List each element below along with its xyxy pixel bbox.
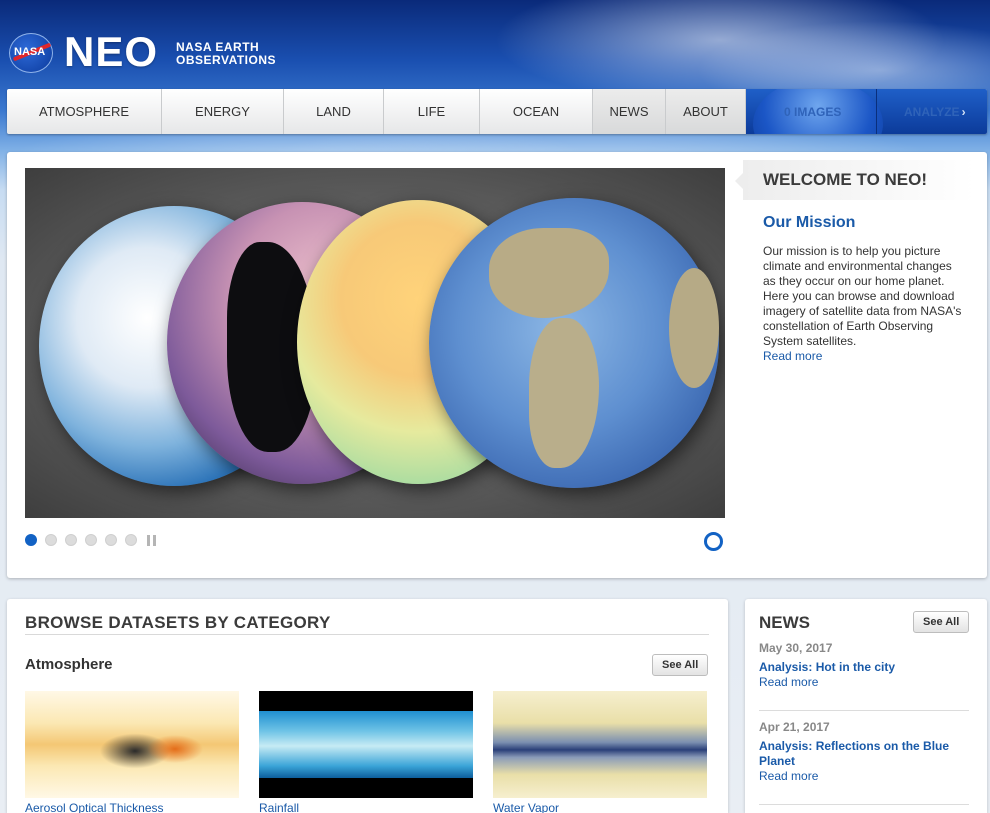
nav-analyze-label: ANALYZE <box>904 104 960 119</box>
dataset-link-aerosol[interactable]: Aerosol Optical Thickness <box>25 801 164 813</box>
browse-title: BROWSE DATASETS BY CATEGORY <box>25 613 331 632</box>
mission-text: Our mission is to help you picture clima… <box>763 244 963 364</box>
nav-tools: 0 IMAGES ANALYZE › <box>746 89 987 134</box>
nav-about[interactable]: About <box>666 89 746 134</box>
carousel-timer-icon <box>704 532 723 551</box>
browse-section: BROWSE DATASETS BY CATEGORY Atmosphere S… <box>7 599 728 813</box>
dataset-link-rainfall[interactable]: Rainfall <box>259 801 299 813</box>
pause-icon[interactable] <box>147 534 156 546</box>
divider <box>759 804 969 805</box>
nav-news[interactable]: News <box>593 89 666 134</box>
globe-ocean <box>429 198 719 488</box>
news-item: May 30, 2017 Analysis: Hot in the city R… <box>759 641 969 690</box>
news-see-all-button[interactable]: See All <box>913 611 970 633</box>
nav-images[interactable]: 0 IMAGES <box>784 89 841 134</box>
news-date: May 30, 2017 <box>759 641 833 655</box>
news-read-more-link[interactable]: Read more <box>759 675 969 690</box>
news-title: NEWS <box>759 613 810 632</box>
nasa-logo-text: NASA <box>14 46 46 58</box>
carousel-dots <box>25 534 156 546</box>
globe-continent <box>489 228 609 318</box>
news-headline-link[interactable]: Analysis: Reflections on the Blue Planet <box>759 739 969 769</box>
dataset-thumbnail-rainfall[interactable] <box>259 691 473 798</box>
site-header: NASA NEO NASA EARTH OBSERVATIONS <box>0 0 990 88</box>
nav-divider <box>876 89 877 134</box>
nav-land[interactable]: Land <box>284 89 384 134</box>
carousel-dot[interactable] <box>125 534 137 546</box>
nav-energy[interactable]: Energy <box>162 89 284 134</box>
dataset-thumbnail-aerosol[interactable] <box>25 691 239 798</box>
category-title: Atmosphere <box>25 656 113 673</box>
carousel-dot[interactable] <box>45 534 57 546</box>
welcome-box: WELCOME TO NEO! Our Mission Our mission … <box>735 152 987 578</box>
welcome-title: WELCOME TO NEO! <box>735 160 975 200</box>
carousel-slide[interactable] <box>25 168 725 518</box>
dataset-thumbnail-water-vapor[interactable] <box>493 691 707 798</box>
news-date: Apr 21, 2017 <box>759 720 830 734</box>
carousel-dot[interactable] <box>25 534 37 546</box>
nasa-logo[interactable]: NASA <box>9 33 53 73</box>
news-read-more-link[interactable]: Read more <box>759 769 969 784</box>
news-section: NEWS See All May 30, 2017 Analysis: Hot … <box>745 599 987 813</box>
dataset-link-water-vapor[interactable]: Water Vapor <box>493 801 559 813</box>
divider <box>759 710 969 711</box>
carousel-dot[interactable] <box>65 534 77 546</box>
mission-read-more-link[interactable]: Read more <box>763 349 822 363</box>
news-headline-link[interactable]: Analysis: Hot in the city <box>759 660 969 675</box>
mission-heading: Our Mission <box>763 214 856 231</box>
mission-body: Our mission is to help you picture clima… <box>763 244 962 348</box>
chevron-right-icon: › <box>961 104 966 119</box>
site-subtitle-line2: OBSERVATIONS <box>176 53 277 67</box>
main-nav: Atmosphere Energy Land Life Ocean News A… <box>7 89 987 134</box>
carousel-dot[interactable] <box>85 534 97 546</box>
globe-continent <box>529 318 599 468</box>
atmosphere-see-all-button[interactable]: See All <box>652 654 709 676</box>
nav-atmosphere[interactable]: Atmosphere <box>7 89 162 134</box>
nav-life[interactable]: Life <box>384 89 480 134</box>
divider <box>25 634 709 635</box>
globe-continent <box>669 268 719 388</box>
news-item: Apr 21, 2017 Analysis: Reflections on th… <box>759 720 969 784</box>
carousel-dot[interactable] <box>105 534 117 546</box>
site-subtitle: NASA EARTH OBSERVATIONS <box>176 41 276 67</box>
nav-analyze[interactable]: ANALYZE › <box>904 89 966 134</box>
hero-panel: WELCOME TO NEO! Our Mission Our mission … <box>7 152 987 578</box>
nav-ocean[interactable]: Ocean <box>480 89 593 134</box>
site-name[interactable]: NEO <box>64 28 158 76</box>
